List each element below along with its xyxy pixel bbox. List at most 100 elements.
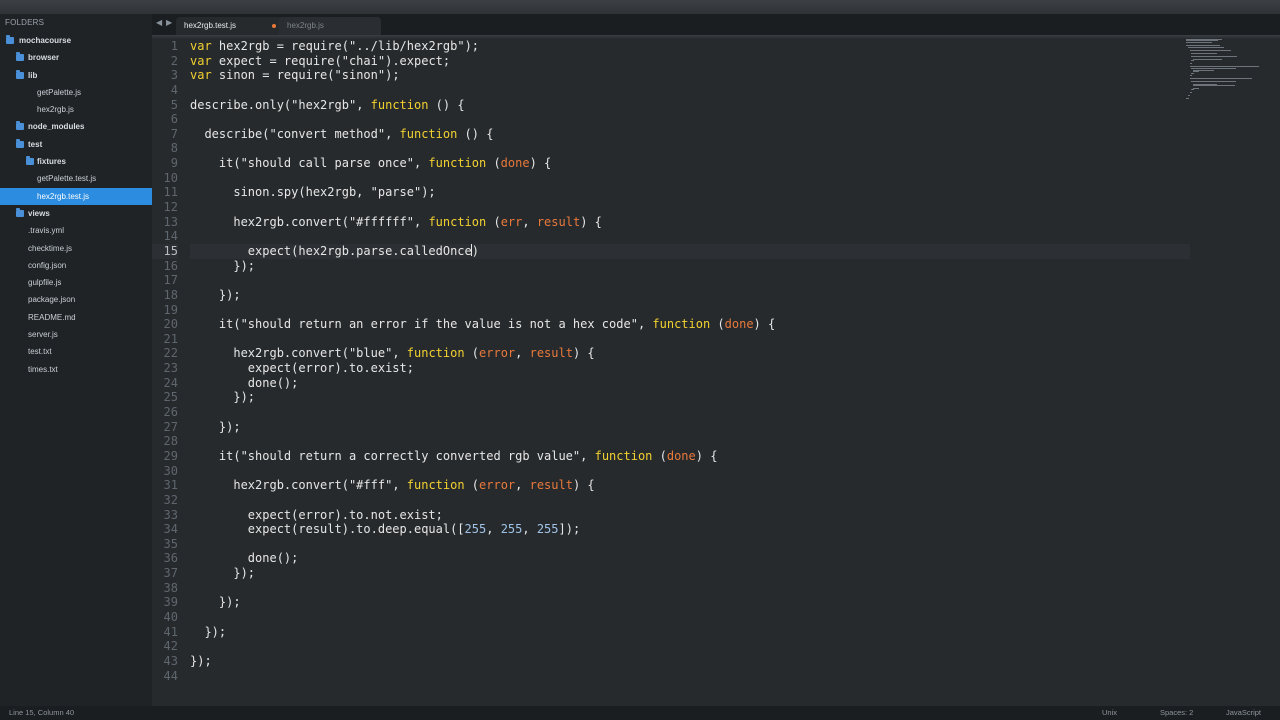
code-line[interactable] (190, 112, 1190, 127)
code-line[interactable]: }); (190, 288, 1190, 303)
line-number: 11 (163, 185, 178, 200)
code-line[interactable]: }); (190, 390, 1190, 405)
code-line[interactable] (190, 405, 1190, 420)
code-line[interactable]: var hex2rgb = require("../lib/hex2rgb"); (190, 39, 1190, 54)
tab-scroll-left-icon[interactable]: ◀ (156, 18, 162, 27)
code-line[interactable]: var sinon = require("sinon"); (190, 68, 1190, 83)
code-line[interactable] (190, 273, 1190, 288)
minimap-line (1189, 78, 1252, 80)
code-line[interactable]: }); (190, 625, 1190, 640)
code-line[interactable]: }); (190, 420, 1190, 435)
line-number: 15 (152, 243, 178, 259)
code-line[interactable]: hex2rgb.convert("blue", function (error,… (190, 346, 1190, 361)
file-item[interactable]: getPalette.test.js (0, 170, 152, 187)
code-line[interactable]: expect(result).to.deep.equal([255, 255, … (190, 522, 1190, 537)
minimap-line (1187, 95, 1191, 96)
minimap-line (1191, 53, 1217, 54)
line-number: 27 (163, 419, 178, 434)
file-item[interactable]: hex2rgb.js (0, 101, 152, 118)
code-line[interactable] (190, 639, 1190, 654)
tab-hex2rgb-js[interactable]: hex2rgb.js (279, 17, 381, 35)
folder-item[interactable]: test (0, 136, 152, 153)
code-line[interactable]: hex2rgb.convert("#ffffff", function (err… (190, 215, 1190, 230)
line-endings[interactable]: Unix (1102, 706, 1117, 720)
code-line[interactable] (190, 537, 1190, 552)
code-area[interactable]: var hex2rgb = require("../lib/hex2rgb");… (190, 39, 1190, 683)
file-item[interactable]: times.txt (0, 361, 152, 378)
code-line[interactable] (190, 493, 1190, 508)
folder-item[interactable]: mochacourse (0, 32, 152, 49)
code-line[interactable] (190, 171, 1190, 186)
code-line[interactable] (190, 434, 1190, 449)
file-item[interactable]: hex2rgb.test.js (0, 187, 152, 205)
folder-item[interactable]: lib (0, 67, 152, 84)
code-line[interactable]: expect(error).to.exist; (190, 361, 1190, 376)
code-line[interactable] (190, 669, 1190, 684)
code-line[interactable] (190, 200, 1190, 215)
file-item[interactable]: config.json (0, 257, 152, 274)
line-number: 44 (163, 668, 178, 683)
code-editor[interactable]: 1 2 3 4 5 6 7 8 9 10 11 12 13 14 15 16 17 18 19 20 21 22 23 24 2… (152, 35, 1280, 706)
line-number: 37 (163, 566, 178, 581)
code-line[interactable] (190, 464, 1190, 479)
folder-item[interactable]: fixtures (0, 153, 152, 170)
code-line[interactable]: it("should call parse once", function (d… (190, 156, 1190, 171)
code-line[interactable]: done(); (190, 376, 1190, 391)
code-line[interactable]: done(); (190, 551, 1190, 566)
minimap[interactable] (1186, 39, 1276, 109)
code-line[interactable]: hex2rgb.convert("#fff", function (error,… (190, 478, 1190, 493)
syntax-mode[interactable]: JavaScript (1226, 706, 1261, 720)
file-item[interactable]: gulpfile.js (0, 274, 152, 291)
file-item[interactable]: getPalette.js (0, 84, 152, 101)
line-number: 39 (163, 595, 178, 610)
line-number: 28 (163, 434, 178, 449)
code-line[interactable]: }); (190, 566, 1190, 581)
code-line[interactable] (190, 303, 1190, 318)
line-number: 1 (170, 39, 178, 53)
file-item[interactable]: test.txt (0, 343, 152, 360)
folder-item[interactable]: views (0, 205, 152, 222)
file-item[interactable]: server.js (0, 326, 152, 343)
window-title-bar (0, 0, 1280, 14)
folder-item[interactable]: browser (0, 49, 152, 66)
line-number: 23 (163, 361, 178, 376)
line-number: 21 (163, 331, 178, 346)
code-line[interactable]: }); (190, 259, 1190, 274)
code-line[interactable] (190, 332, 1190, 347)
folder-item[interactable]: node_modules (0, 118, 152, 135)
unsaved-dot-icon[interactable] (272, 24, 276, 28)
line-number: 8 (170, 141, 178, 156)
code-line[interactable]: describe("convert method", function () { (190, 127, 1190, 142)
code-line[interactable]: it("should return a correctly converted … (190, 449, 1190, 464)
line-number: 26 (163, 405, 178, 420)
code-line[interactable]: }); (190, 595, 1190, 610)
code-line[interactable]: sinon.spy(hex2rgb, "parse"); (190, 185, 1190, 200)
code-line[interactable] (190, 581, 1190, 596)
tab-scroll-right-icon[interactable]: ▶ (166, 18, 172, 27)
minimap-line (1191, 55, 1238, 57)
minimap-line (1186, 97, 1189, 99)
code-line[interactable]: expect(error).to.not.exist; (190, 508, 1190, 523)
minimap-line (1191, 89, 1195, 91)
code-line[interactable]: it("should return an error if the value … (190, 317, 1190, 332)
code-line[interactable] (190, 229, 1190, 244)
code-line[interactable]: }); (190, 654, 1190, 669)
code-line[interactable]: describe.only("hex2rgb", function () { (190, 98, 1190, 113)
tree-item-label: hex2rgb.js (37, 105, 74, 115)
code-line[interactable] (190, 141, 1190, 156)
code-line[interactable]: expect(hex2rgb.parse.calledOnce) (190, 243, 1190, 259)
tree-item-label: test (28, 139, 43, 149)
tab-label: hex2rgb.js (287, 21, 324, 30)
file-item[interactable]: README.md (0, 309, 152, 326)
line-number: 5 (170, 97, 178, 112)
indentation-setting[interactable]: Spaces: 2 (1160, 706, 1193, 720)
code-line[interactable] (190, 83, 1190, 98)
file-item[interactable]: .travis.yml (0, 222, 152, 239)
code-line[interactable]: var expect = require("chai").expect; (190, 54, 1190, 69)
tab-hex2rgb-test-js[interactable]: hex2rgb.test.js (176, 17, 284, 35)
tree-item-label: times.txt (28, 364, 58, 374)
file-item[interactable]: checktime.js (0, 240, 152, 257)
line-number: 30 (163, 463, 178, 478)
code-line[interactable] (190, 610, 1190, 625)
file-item[interactable]: package.json (0, 291, 152, 308)
